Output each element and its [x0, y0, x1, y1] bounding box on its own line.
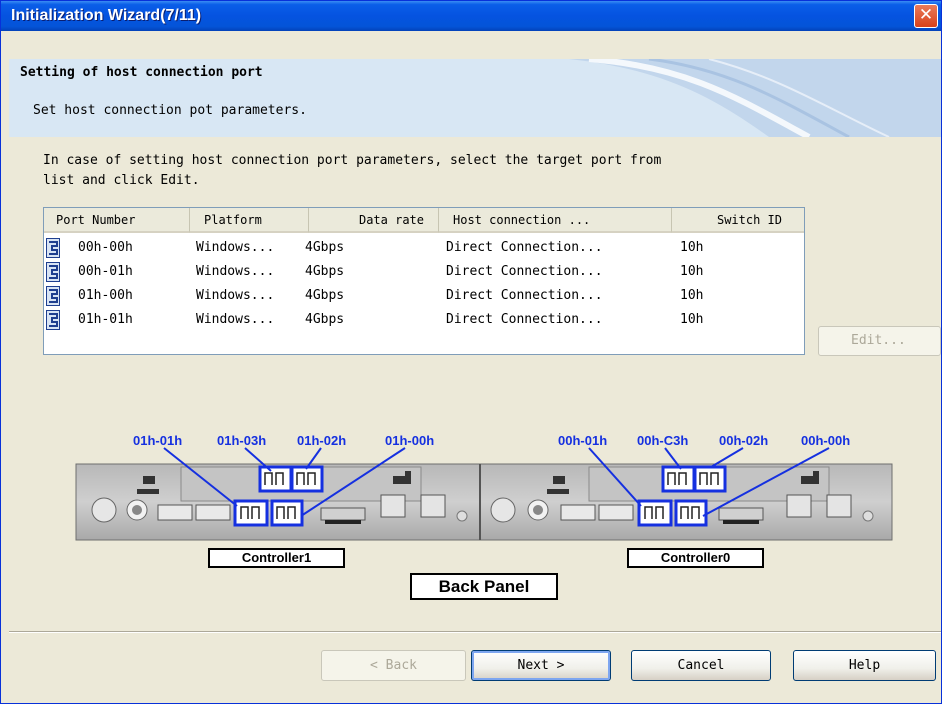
- diagram-port-label: 00h-C3h: [637, 433, 688, 448]
- wizard-window: Initialization Wizard(7/11) ✕ Setting of…: [0, 0, 942, 704]
- controller1-label: Controller1: [208, 548, 345, 568]
- next-button[interactable]: Next >: [471, 650, 611, 681]
- back-button[interactable]: < Back: [321, 650, 466, 681]
- diagram-port-label: 00h-00h: [801, 433, 850, 448]
- diagram-port-label: 01h-01h: [133, 433, 182, 448]
- footer-divider-highlight: [9, 632, 941, 633]
- port-box-01h-01h: [233, 499, 269, 527]
- back-panel-diagram: 01h-01h 01h-03h 01h-02h 01h-00h 00h-01h …: [75, 433, 893, 541]
- back-panel-label: Back Panel: [410, 573, 558, 600]
- controller0-label: Controller0: [627, 548, 764, 568]
- port-box-00h-01h: [637, 499, 673, 527]
- diagram-port-label: 01h-02h: [297, 433, 346, 448]
- diagram-port-label: 01h-03h: [217, 433, 266, 448]
- diagram-port-label: 01h-00h: [385, 433, 434, 448]
- help-button[interactable]: Help: [793, 650, 936, 681]
- cancel-button[interactable]: Cancel: [631, 650, 771, 681]
- diagram-port-label: 00h-01h: [558, 433, 607, 448]
- diagram-port-label: 00h-02h: [719, 433, 768, 448]
